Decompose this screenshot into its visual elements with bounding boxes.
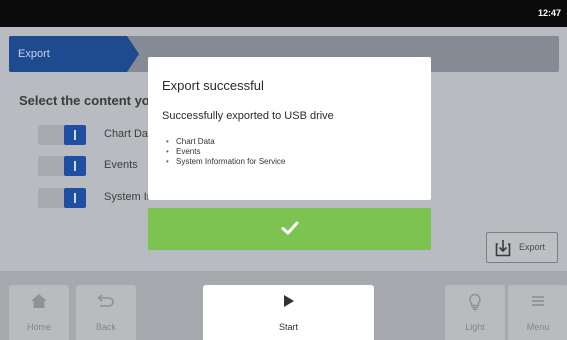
nav-light-button[interactable]: Light (445, 285, 505, 340)
list-item: • Chart Data (166, 137, 285, 147)
list-item-label: Events (176, 147, 201, 156)
dialog-message: Successfully exported to USB drive (162, 110, 334, 122)
nav-start-label: Start (278, 322, 298, 332)
list-item: • Events (166, 147, 285, 157)
exported-items-list: • Chart Data • Events • System Information … (166, 137, 285, 167)
export-icon (495, 240, 511, 257)
bullet: • (166, 137, 169, 146)
nav-home-label: Home (26, 322, 51, 332)
confirm-button[interactable] (148, 208, 431, 250)
list-item-label: Chart Data (176, 137, 215, 146)
lightbulb-icon (469, 293, 481, 311)
list-item-label: System Information for Service (176, 157, 286, 166)
nav-light-label: Light (465, 322, 485, 332)
dialog-title: Export successful (162, 78, 264, 93)
nav-back-label: Back (95, 322, 116, 332)
option-label: Events (104, 159, 138, 171)
nav-home-button[interactable]: Home (9, 285, 69, 340)
play-icon (284, 295, 294, 307)
breadcrumb-label: Export (18, 48, 50, 60)
bullet: • (166, 147, 169, 156)
toggle-knob[interactable] (64, 188, 86, 208)
toggle-knob[interactable] (64, 125, 86, 145)
clock: 12:47 (537, 8, 561, 18)
nav-back-button[interactable]: Back (76, 285, 136, 340)
export-button[interactable]: Export (486, 232, 558, 263)
export-screen: 12:47 Export Select the content you want… (0, 0, 567, 340)
check-icon (281, 221, 299, 235)
nav-menu-button[interactable]: Menu (508, 285, 567, 340)
nav-start-button[interactable]: Start (203, 285, 374, 340)
export-button-label: Export (519, 242, 546, 252)
bullet: • (166, 157, 169, 166)
nav-menu-label: Menu (526, 322, 550, 332)
toggle-knob[interactable] (64, 156, 86, 176)
export-success-dialog: Export successful Successfully exported … (148, 57, 431, 200)
status-bar: 12:47 (0, 0, 567, 27)
list-item: • System Information for Service (166, 157, 285, 167)
bottom-nav: Home Back Start Light Menu (0, 271, 567, 340)
home-icon (31, 294, 47, 308)
menu-icon (532, 296, 544, 306)
back-icon (97, 294, 114, 307)
